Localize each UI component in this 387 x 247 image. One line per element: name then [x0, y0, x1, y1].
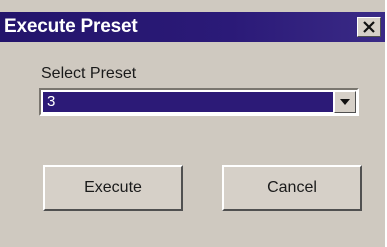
- close-icon: [363, 21, 375, 33]
- preset-selected-value[interactable]: 3: [43, 92, 333, 112]
- close-button[interactable]: [357, 17, 381, 37]
- window-title: Execute Preset: [4, 16, 138, 37]
- execute-preset-dialog: Execute Preset Select Preset 3 Execute C…: [0, 0, 387, 247]
- preset-dropdown-button[interactable]: [334, 91, 356, 113]
- title-bar: Execute Preset: [0, 12, 385, 42]
- select-preset-label: Select Preset: [41, 65, 137, 82]
- execute-button[interactable]: Execute: [43, 165, 183, 211]
- chevron-down-icon: [340, 99, 350, 105]
- preset-select[interactable]: 3: [39, 88, 359, 116]
- cancel-button[interactable]: Cancel: [222, 165, 362, 211]
